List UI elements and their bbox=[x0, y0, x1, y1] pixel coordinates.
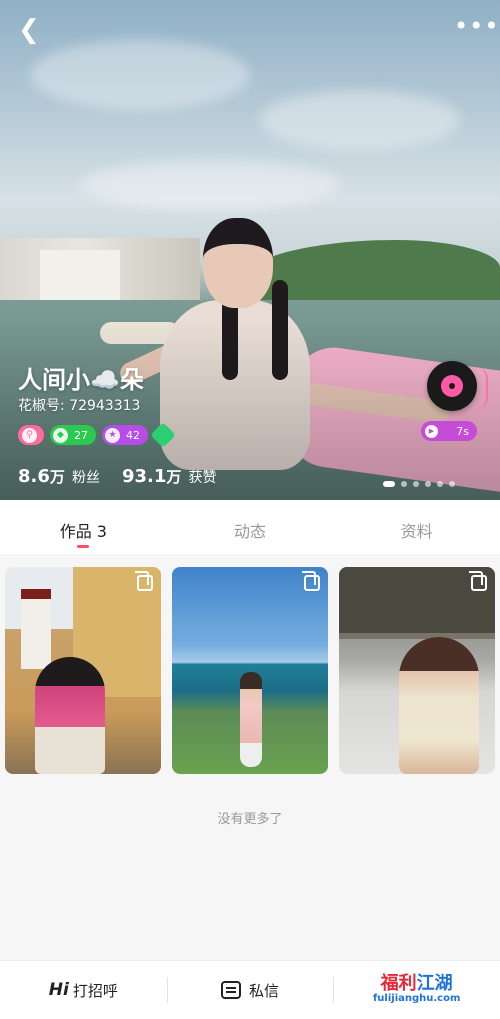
likes-count: 93.1 bbox=[122, 466, 167, 487]
tab-moments[interactable]: 动态 bbox=[167, 500, 334, 554]
tab-works-label: 作品 3 bbox=[59, 522, 107, 541]
message-icon bbox=[221, 981, 241, 999]
carousel-dot-active[interactable] bbox=[383, 481, 395, 487]
photo-subject bbox=[35, 657, 105, 774]
level-icon: ⚲ bbox=[22, 427, 37, 443]
carousel-dot[interactable] bbox=[437, 481, 443, 487]
multi-image-icon bbox=[302, 571, 320, 591]
multi-image-icon bbox=[135, 571, 153, 591]
carousel-dot[interactable] bbox=[401, 481, 407, 487]
profile-cover-photo[interactable]: ❮ ••• 人间小☁️朵 花椒号: 72943313 ⚲ ◆ 27 ★ 42 8… bbox=[0, 0, 500, 500]
cloud-decor bbox=[30, 40, 250, 110]
person-head-shape bbox=[203, 218, 273, 308]
town-background bbox=[0, 238, 200, 308]
nickname: 人间小☁️朵 bbox=[18, 366, 144, 394]
work-card[interactable] bbox=[339, 567, 495, 774]
work-card[interactable] bbox=[172, 567, 328, 774]
tab-moments-label: 动态 bbox=[234, 522, 267, 541]
carousel-dot[interactable] bbox=[425, 481, 431, 487]
star-badge[interactable]: ★ 42 bbox=[102, 425, 148, 445]
bottom-action-bar: Hi 打招呼 私信 福利江湖 fulijianghu.com bbox=[0, 960, 500, 1019]
greet-label: 打招呼 bbox=[72, 981, 118, 1000]
greet-button[interactable]: Hi 打招呼 bbox=[0, 961, 167, 1019]
watermark-logo: 福利江湖 fulijianghu.com bbox=[333, 961, 500, 1019]
fans-count: 8.6 bbox=[18, 466, 50, 487]
likes-unit: 万 bbox=[166, 468, 182, 486]
tab-info[interactable]: 资料 bbox=[333, 500, 500, 554]
watermark-url: fulijianghu.com bbox=[372, 993, 461, 1005]
work-card[interactable] bbox=[5, 567, 161, 774]
fans-label: 粉丝 bbox=[72, 470, 100, 486]
fans-unit: 万 bbox=[49, 468, 65, 486]
hex-badge-icon[interactable] bbox=[150, 422, 176, 448]
cloud-decor bbox=[260, 90, 460, 150]
back-arrow-icon[interactable]: ❮ bbox=[18, 16, 46, 44]
likes-stat[interactable]: 93.1万 获赞 bbox=[122, 466, 217, 487]
pepper-id[interactable]: 花椒号: 72943313 bbox=[18, 395, 140, 415]
watermark: 福利江湖 fulijianghu.com bbox=[372, 973, 461, 1005]
hi-icon: Hi bbox=[48, 980, 69, 1000]
watermark-title-b: 江湖 bbox=[416, 973, 453, 995]
star-icon: ★ bbox=[105, 427, 120, 443]
tab-active-indicator bbox=[77, 545, 90, 548]
photo-subject bbox=[240, 672, 262, 767]
message-label: 私信 bbox=[249, 981, 280, 1000]
disc-center bbox=[441, 375, 463, 397]
voice-duration: 7s bbox=[456, 424, 469, 438]
no-more-text: 没有更多了 bbox=[217, 812, 283, 827]
photo-subject bbox=[399, 637, 479, 774]
likes-label: 获赞 bbox=[188, 470, 217, 486]
tab-info-label: 资料 bbox=[400, 522, 433, 541]
carousel-dot[interactable] bbox=[449, 481, 455, 487]
play-icon: ▶ bbox=[425, 424, 438, 438]
stats-row: 8.6万 粉丝 93.1万 获赞 bbox=[18, 466, 217, 487]
photo-detail bbox=[21, 589, 51, 669]
carousel-indicator bbox=[383, 481, 455, 487]
vinyl-record-icon[interactable] bbox=[427, 361, 477, 411]
diamond-badge-value: 27 bbox=[74, 428, 88, 442]
tab-works[interactable]: 作品 3 bbox=[0, 500, 167, 554]
cloud-decor bbox=[80, 160, 340, 210]
star-badge-value: 42 bbox=[126, 428, 140, 442]
tonearm-icon bbox=[476, 368, 488, 408]
watermark-title: 福利江湖 bbox=[380, 973, 453, 995]
level-badge[interactable]: ⚲ bbox=[18, 425, 44, 445]
diamond-icon: ◆ bbox=[53, 427, 68, 443]
diamond-badge[interactable]: ◆ 27 bbox=[50, 425, 96, 445]
badge-row: ⚲ ◆ 27 ★ 42 bbox=[18, 422, 176, 448]
profile-tabs: 作品 3 动态 资料 bbox=[0, 500, 500, 554]
fans-stat[interactable]: 8.6万 粉丝 bbox=[18, 466, 100, 487]
more-icon[interactable]: ••• bbox=[454, 14, 498, 40]
voice-intro-button[interactable]: ▶ 7s bbox=[421, 421, 477, 441]
message-button[interactable]: 私信 bbox=[166, 961, 334, 1019]
multi-image-icon bbox=[469, 571, 487, 591]
carousel-dot[interactable] bbox=[413, 481, 419, 487]
works-grid bbox=[5, 567, 495, 774]
watermark-title-a: 福利 bbox=[380, 973, 417, 995]
